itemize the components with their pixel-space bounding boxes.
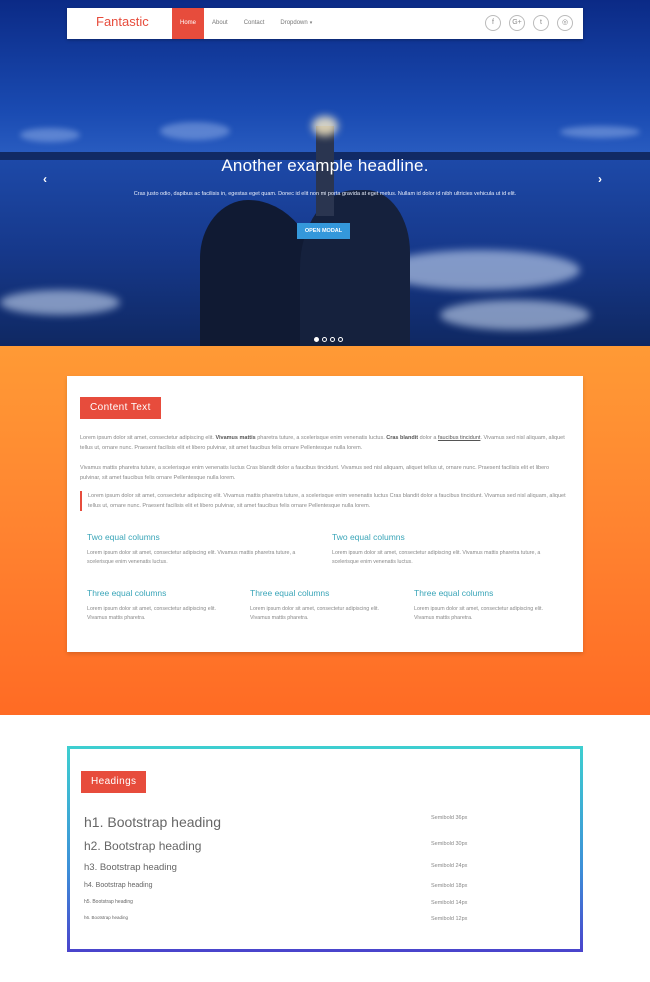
heading-h1: h1. Bootstrap heading (84, 814, 221, 830)
carousel-dot[interactable] (338, 337, 343, 342)
social-links: f G+ t ◎ (485, 15, 573, 31)
para-bold: Cras blandit (386, 435, 419, 441)
nav-dropdown[interactable]: Dropdown ▾ (272, 8, 320, 39)
content-paragraph-2: Vivamus mattis pharetra tuture, a sceler… (80, 465, 550, 481)
navbar: Fantastic Home About Contact Dropdown ▾ f… (67, 8, 583, 39)
hero-title: Another example headline. (221, 156, 429, 175)
open-modal-button[interactable]: OPEN MODAL (297, 223, 350, 239)
carousel-indicators (314, 337, 343, 342)
wave-foam (0, 290, 120, 315)
nav-links: Home About Contact Dropdown ▾ (172, 8, 320, 39)
nav-contact[interactable]: Contact (236, 8, 273, 39)
heading-h6: h6. Bootstrap heading (84, 915, 129, 920)
carousel-dot[interactable] (322, 337, 327, 342)
heading-h4-size: Semibold 18px (431, 883, 468, 889)
three-col-title-1: Three equal columns (87, 588, 167, 598)
heading-h1-size: Semibold 36px (431, 815, 468, 821)
brand-logo[interactable]: Fantastic (96, 14, 149, 29)
google-plus-icon[interactable]: G+ (509, 15, 525, 31)
twitter-icon[interactable]: t (533, 15, 549, 31)
three-col-title-2: Three equal columns (250, 588, 330, 598)
two-col-title-1: Two equal columns (87, 532, 160, 542)
wave-foam (440, 300, 590, 330)
lighthouse-light (312, 116, 338, 136)
heading-h2: h2. Bootstrap heading (84, 839, 202, 853)
caret-down-icon: ▾ (309, 20, 313, 26)
para-text: dolor a (419, 435, 437, 441)
prev-arrow-icon[interactable]: ‹ (43, 172, 47, 186)
carousel-dot[interactable] (314, 337, 319, 342)
hero-text: Cras justo odio, dapibus ac facilisis in… (133, 191, 517, 197)
content-paragraph-1: Lorem ipsum dolor sit amet, consectetur … (80, 433, 570, 453)
two-col-text-1: Lorem ipsum dolor sit amet, consectetur … (87, 550, 296, 565)
three-col-text-1: Lorem ipsum dolor sit amet, consectetur … (87, 606, 216, 621)
nav-about[interactable]: About (204, 8, 236, 39)
three-col-text-3: Lorem ipsum dolor sit amet, consectetur … (414, 606, 543, 621)
two-col-text-2: Lorem ipsum dolor sit amet, consectetur … (332, 550, 541, 565)
cloud (20, 128, 80, 142)
headings-label: Headings (81, 771, 147, 793)
heading-h3-size: Semibold 24px (431, 863, 468, 869)
heading-h5-size: Semibold 14px (431, 900, 468, 906)
carousel-dot[interactable] (330, 337, 335, 342)
next-arrow-icon[interactable]: › (598, 172, 602, 186)
heading-h4: h4. Bootstrap heading (84, 882, 153, 889)
facebook-icon[interactable]: f (485, 15, 501, 31)
heading-h5: h5. Bootstrap heading (84, 899, 133, 905)
content-text-label: Content Text (80, 397, 161, 419)
cloud (560, 126, 640, 138)
blockquote: Lorem ipsum dolor sit amet, consectetur … (80, 491, 570, 511)
para-text: Lorem ipsum dolor sit amet, consectetur … (80, 435, 214, 441)
three-col-text-2: Lorem ipsum dolor sit amet, consectetur … (250, 606, 379, 621)
three-col-title-3: Three equal columns (414, 588, 494, 598)
two-col-title-2: Two equal columns (332, 532, 405, 542)
dribbble-icon[interactable]: ◎ (557, 15, 573, 31)
nav-home[interactable]: Home (172, 8, 204, 39)
para-bold: Vivamus mattis (215, 435, 256, 441)
heading-h6-size: Semibold 12px (431, 916, 468, 922)
heading-h2-size: Semibold 30px (431, 841, 468, 847)
hero-carousel: Fantastic Home About Contact Dropdown ▾ f… (0, 0, 650, 346)
wave-foam (380, 250, 580, 290)
heading-h3: h3. Bootstrap heading (84, 862, 177, 873)
cloud (160, 122, 230, 140)
para-link[interactable]: faucibus tincidunt (438, 435, 481, 441)
nav-dropdown-label: Dropdown (280, 20, 308, 26)
para-text: pharetra tuture, a scelerisque enim vene… (257, 435, 385, 441)
